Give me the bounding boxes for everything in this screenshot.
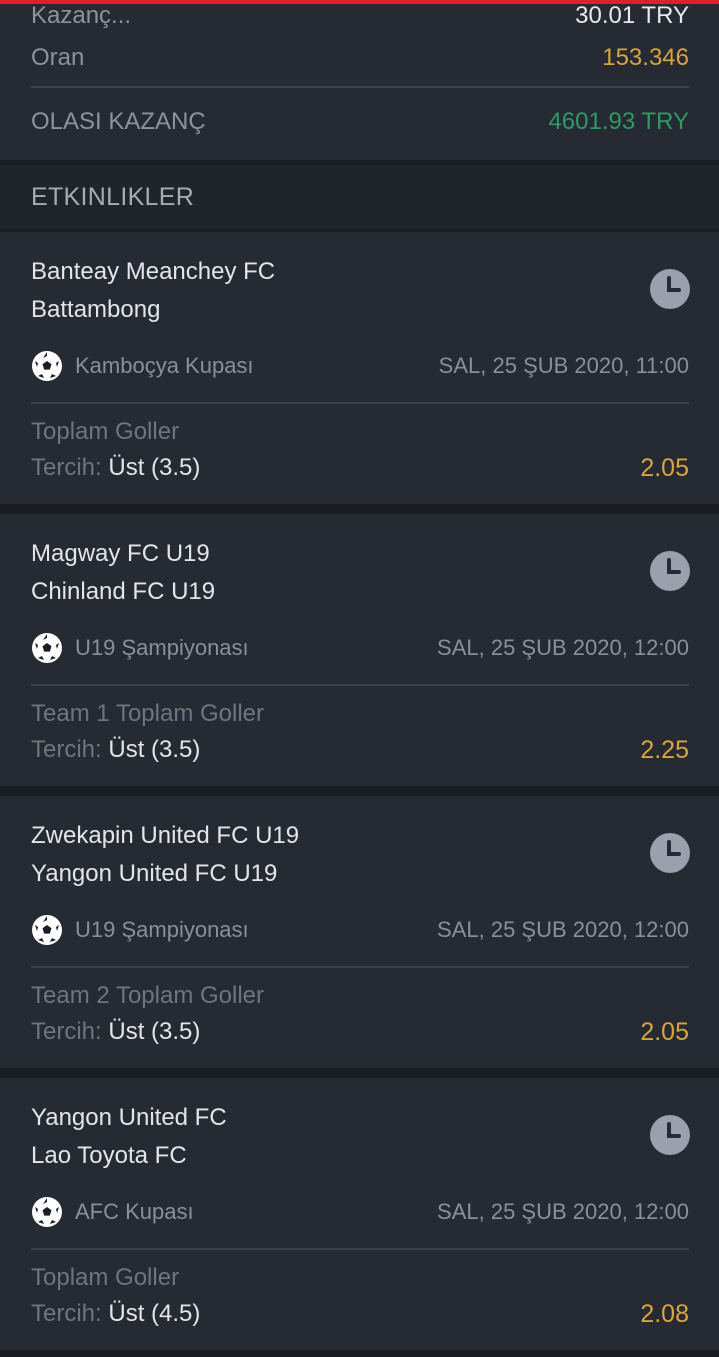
possible-win-value: 4601.93 TRY — [548, 108, 689, 135]
possible-win-row: OLASI KAZANÇ 4601.93 TRY — [31, 108, 689, 136]
preference-value: Üst (3.5) — [108, 1018, 201, 1045]
clock-icon — [650, 551, 690, 591]
preference: Tercih: Üst (3.5) — [31, 736, 200, 764]
win-value: 30.01 TRY — [575, 2, 689, 29]
win-row: Kazanç... 30.01 TRY — [31, 2, 689, 30]
events-header: ETKINLIKLER — [0, 165, 719, 229]
soccer-ball-icon — [32, 633, 62, 663]
event-meta: U19 Şampiyonası SAL, 25 ŞUB 2020, 12:00 — [31, 914, 689, 946]
event-date: SAL, 25 ŞUB 2020, 12:00 — [437, 1199, 689, 1224]
card-divider — [31, 1248, 689, 1250]
preference-label: Tercih: — [31, 1300, 109, 1327]
league-name: U19 Şampiyonası — [75, 917, 249, 942]
league-name: AFC Kupası — [75, 1199, 194, 1224]
win-label: Kazanç... — [31, 2, 132, 29]
event-meta: U19 Şampiyonası SAL, 25 ŞUB 2020, 12:00 — [31, 632, 689, 664]
preference-label: Tercih: — [31, 1018, 109, 1045]
preference-value: Üst (3.5) — [108, 454, 201, 481]
clock-icon — [650, 269, 690, 309]
soccer-ball-icon — [32, 915, 62, 945]
bet-summary: Kazanç... 30.01 TRY Oran 153.346 OLASI K… — [0, 0, 719, 160]
event-date: SAL, 25 ŞUB 2020, 12:00 — [437, 917, 689, 942]
top-accent-bar — [0, 0, 719, 4]
odds-label: Oran — [31, 44, 85, 71]
clock-icon — [650, 833, 690, 873]
possible-win-label: OLASI KAZANÇ — [31, 108, 206, 135]
team-home: Banteay Meanchey FC — [31, 258, 276, 285]
event-date: SAL, 25 ŞUB 2020, 11:00 — [438, 353, 689, 378]
preference-label: Tercih: — [31, 736, 109, 763]
team-away: Lao Toyota FC — [31, 1142, 187, 1169]
event-card[interactable]: Zwekapin United FC U19 Yangon United FC … — [0, 796, 719, 1068]
card-divider — [31, 966, 689, 968]
preference: Tercih: Üst (4.5) — [31, 1300, 200, 1328]
event-meta: AFC Kupası SAL, 25 ŞUB 2020, 12:00 — [31, 1196, 689, 1228]
preference-value: Üst (3.5) — [108, 736, 201, 763]
league-name: Kamboçya Kupası — [75, 353, 254, 378]
team-home: Magway FC U19 — [31, 540, 210, 567]
summary-divider — [31, 86, 689, 88]
market-name: Toplam Goller — [31, 1264, 180, 1291]
soccer-ball-icon — [32, 351, 62, 381]
event-date: SAL, 25 ŞUB 2020, 12:00 — [437, 635, 689, 660]
odds-row: Oran 153.346 — [31, 44, 689, 72]
market-name: Team 2 Toplam Goller — [31, 982, 264, 1009]
clock-icon — [650, 1115, 690, 1155]
odd-value: 2.05 — [640, 454, 689, 482]
soccer-ball-icon — [32, 1197, 62, 1227]
preference: Tercih: Üst (3.5) — [31, 454, 200, 482]
card-divider — [31, 402, 689, 404]
odds-value: 153.346 — [602, 44, 689, 71]
team-home: Zwekapin United FC U19 — [31, 822, 300, 849]
odd-value: 2.25 — [640, 736, 689, 764]
event-meta: Kamboçya Kupası SAL, 25 ŞUB 2020, 11:00 — [31, 350, 689, 382]
event-card[interactable]: Magway FC U19 Chinland FC U19 U19 Şampiy… — [0, 514, 719, 786]
team-away: Yangon United FC U19 — [31, 860, 278, 887]
league-name: U19 Şampiyonası — [75, 635, 249, 660]
team-home: Yangon United FC — [31, 1104, 227, 1131]
odd-value: 2.08 — [640, 1300, 689, 1328]
events-header-label: ETKINLIKLER — [31, 182, 195, 211]
team-away: Chinland FC U19 — [31, 578, 216, 605]
preference: Tercih: Üst (3.5) — [31, 1018, 200, 1046]
preference-label: Tercih: — [31, 454, 109, 481]
team-away: Battambong — [31, 296, 161, 323]
preference-value: Üst (4.5) — [108, 1300, 201, 1327]
event-card[interactable]: Yangon United FC Lao Toyota FC AFC Kupas… — [0, 1078, 719, 1350]
event-card[interactable]: Banteay Meanchey FC Battambong Kamboçya … — [0, 232, 719, 504]
odd-value: 2.05 — [640, 1018, 689, 1046]
market-name: Team 1 Toplam Goller — [31, 700, 264, 727]
card-divider — [31, 684, 689, 686]
market-name: Toplam Goller — [31, 418, 180, 445]
